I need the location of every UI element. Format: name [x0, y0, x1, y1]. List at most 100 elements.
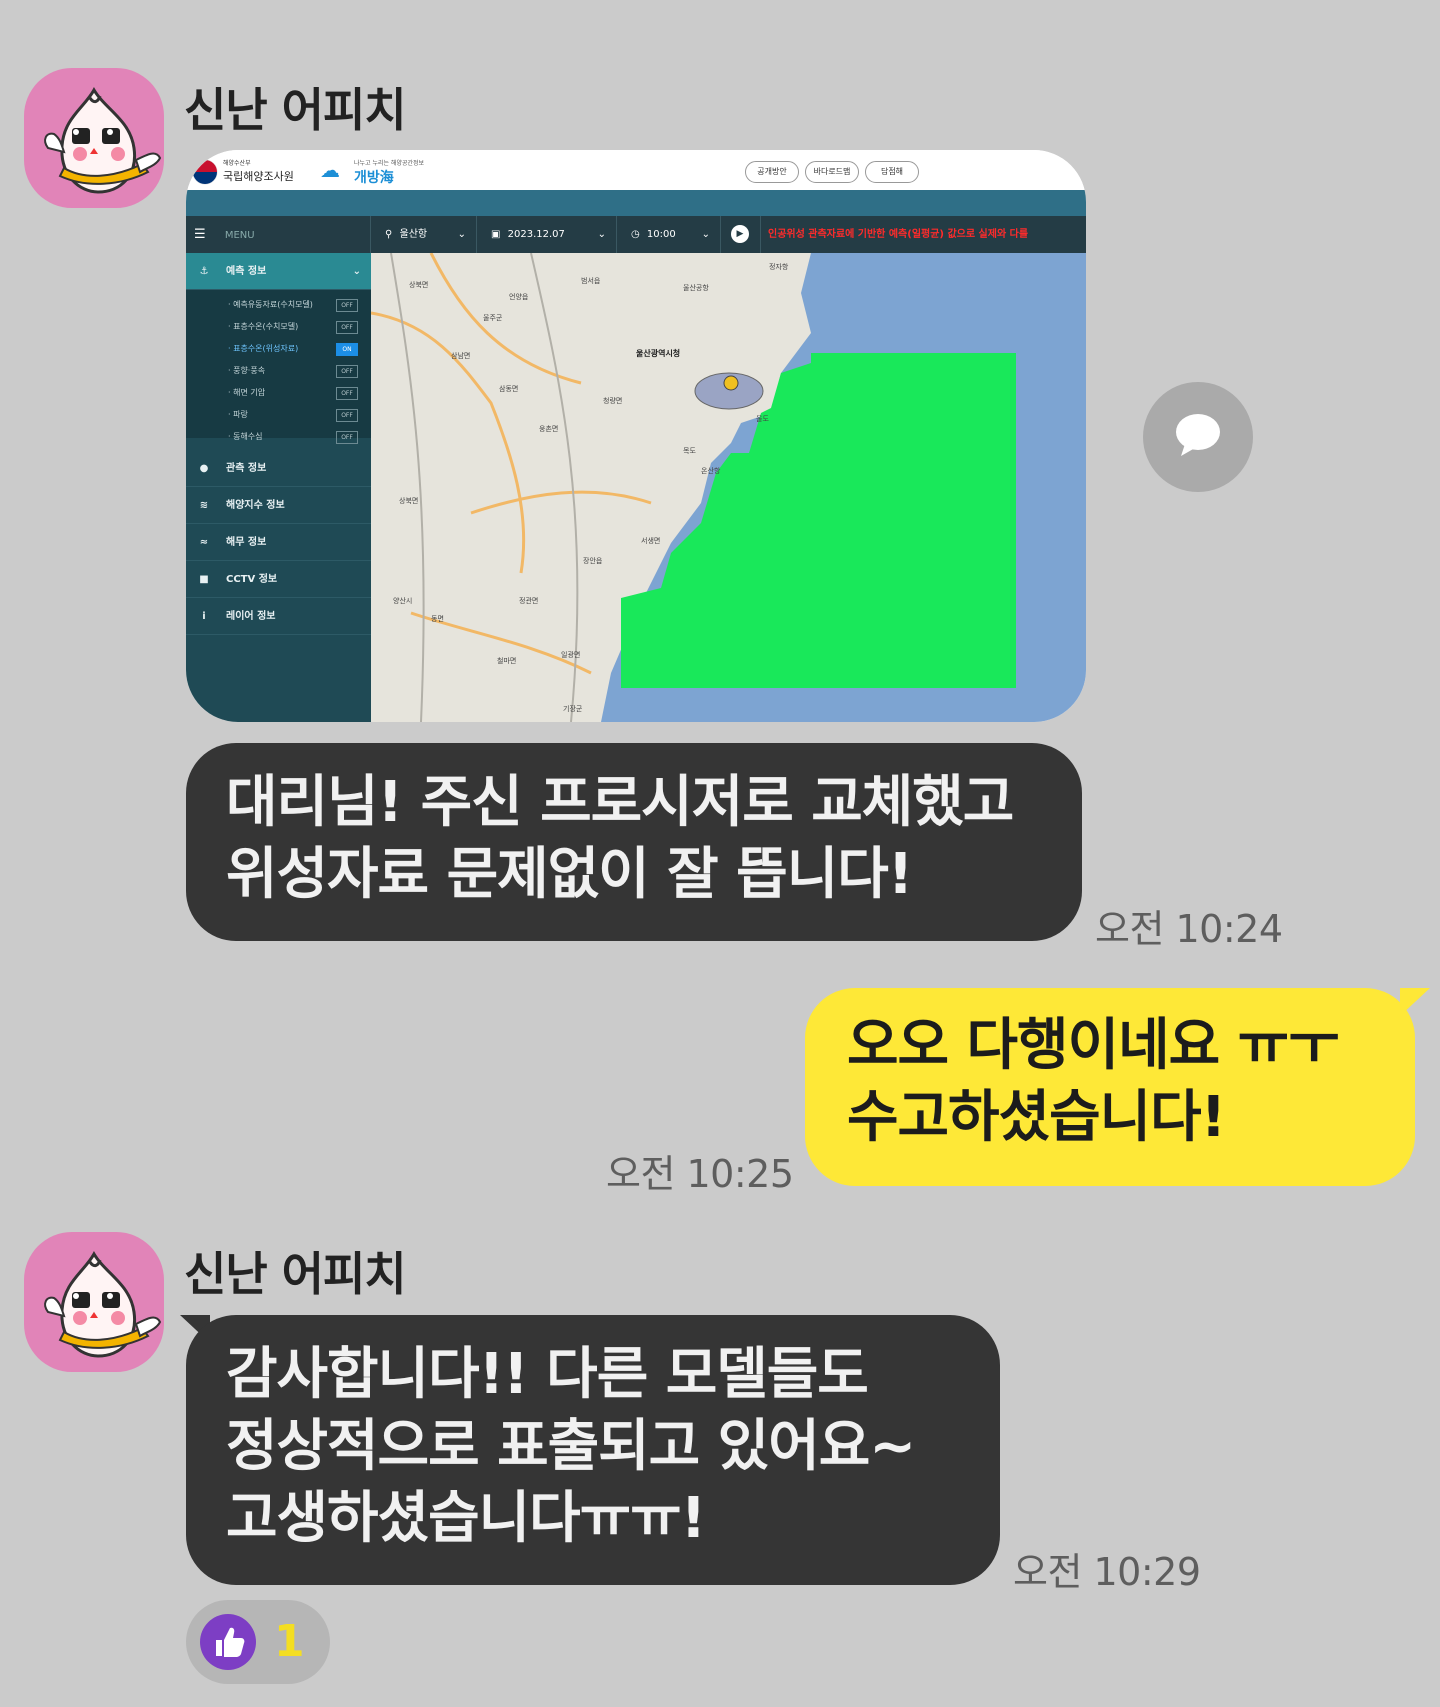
map-label: 정관면	[519, 596, 538, 605]
sender-avatar[interactable]	[24, 68, 164, 208]
location-value: 울산항	[399, 229, 428, 240]
map-label: 삼동면	[499, 384, 518, 393]
map-label: 정자항	[769, 262, 789, 271]
message-text: 위성자료 문제없이 잘 뜹니다!	[226, 842, 913, 907]
map-toolbar: ☰ MENU ⚲ 울산항 ⌄ ▣ 2023.12.07 ⌄ ◷ 10:00 ⌄ …	[186, 216, 1086, 253]
speech-bubble-icon	[1176, 414, 1220, 456]
submenu-item[interactable]: · 풍향·풍속 OFF	[228, 360, 358, 382]
forecast-submenu: · 예측유동자료(수치모델) OFF · 표층수온(수치모델) OFF · 표층수온…	[186, 290, 371, 444]
map-label: 온산항	[701, 466, 721, 475]
menu-toggle[interactable]: ☰ MENU	[186, 216, 371, 253]
map-sidebar: ⚓ 예측 정보 ⌄ · 예측유동자료(수치모델) OFF · 표층수온(수치모델)…	[186, 253, 371, 722]
pin-icon: ●	[199, 463, 209, 474]
section-label: 예측 정보	[226, 266, 267, 277]
message-text: 대리님! 주신 프로시저로 교체했고	[226, 770, 1014, 835]
toggle-switch[interactable]: OFF	[336, 299, 358, 312]
map-label: 철마면	[497, 656, 516, 665]
date-select[interactable]: ▣ 2023.12.07 ⌄	[477, 216, 617, 253]
menu-label: MENU	[224, 230, 255, 241]
wave-icon: ≋	[199, 500, 209, 511]
calendar-icon: ▣	[491, 229, 501, 240]
sender-avatar[interactable]	[24, 1232, 164, 1372]
section-forecast[interactable]: ⚓ 예측 정보 ⌄	[186, 253, 371, 290]
map-view[interactable]: 울산광역시청 울산공항 정자항 울주군 온산항 양산시 기장군 서생면 상북면 …	[370, 252, 1086, 722]
map-label: 울산공항	[683, 283, 709, 292]
map-label: 장안읍	[583, 556, 603, 565]
message-text: 감사합니다!! 다른 모델들도	[226, 1342, 869, 1407]
toggle-switch[interactable]: OFF	[336, 431, 358, 444]
toggle-switch[interactable]: OFF	[336, 365, 358, 378]
brand-logo-icon: ☁	[320, 158, 340, 182]
header-button[interactable]: 담점해	[865, 161, 919, 183]
section-label: CCTV 정보	[226, 574, 278, 585]
submenu-item[interactable]: · 동해수심 OFF	[228, 426, 358, 448]
message-timestamp: 오전 10:29	[1013, 1550, 1201, 1594]
slogan-label: 나누고 누리는 해양공간정보	[354, 160, 425, 167]
map-label: 삼남면	[451, 351, 470, 360]
brand-label: 개방海	[354, 170, 394, 186]
section-observation[interactable]: ● 관측 정보	[186, 450, 371, 487]
fog-icon: ≈	[199, 537, 209, 548]
reaction-count: 1	[274, 1616, 305, 1667]
sender-name: 신난 어피치	[184, 83, 407, 137]
incoming-message-bubble[interactable]: 대리님! 주신 프로시저로 교체했고 위성자료 문제없이 잘 뜹니다!	[186, 743, 1082, 941]
section-cctv[interactable]: ■ CCTV 정보	[186, 561, 371, 598]
map-label-city: 울산광역시청	[636, 348, 680, 358]
reaction-badge[interactable]: 1	[186, 1600, 330, 1684]
shared-screenshot-image[interactable]: 해양수산부 국립해양조사원 ☁ 나누고 누리는 해양공간정보 개방海 공개방안 …	[186, 150, 1086, 722]
outgoing-message-bubble[interactable]: 오오 다행이네요 ㅠㅜ 수고하셨습니다!	[805, 988, 1415, 1186]
notice-text: 인공위성 관측자료에 기반한 예측(일평균) 값으로 실제와 다를	[768, 229, 1029, 240]
chevron-down-icon: ⌄	[352, 266, 361, 277]
ministry-label: 해양수산부	[223, 160, 251, 167]
apeach-avatar-icon	[44, 87, 162, 194]
section-sea-fog[interactable]: ≈ 해무 정보	[186, 524, 371, 561]
sender-name: 신난 어피치	[184, 1247, 407, 1301]
message-text: 고생하셨습니다ㅠㅠ!	[226, 1486, 706, 1551]
pin-icon: ⚲	[385, 229, 393, 240]
location-select[interactable]: ⚲ 울산항 ⌄	[371, 216, 477, 253]
map-label: 웅촌면	[539, 424, 558, 433]
section-ocean-index[interactable]: ≋ 해양지수 정보	[186, 487, 371, 524]
institute-label: 국립해양조사원	[223, 170, 294, 183]
message-text: 수고하셨습니다!	[847, 1085, 1226, 1150]
header-button[interactable]: 공개방안	[745, 161, 799, 183]
chevron-down-icon: ⌄	[701, 229, 710, 240]
submenu-item[interactable]: · 예측유동자료(수치모델) OFF	[228, 294, 358, 316]
incoming-message-bubble[interactable]: 감사합니다!! 다른 모델들도 정상적으로 표출되고 있어요~ 고생하셨습니다ㅠ…	[186, 1315, 1000, 1585]
section-label: 레이어 정보	[226, 611, 276, 622]
submenu-item[interactable]: · 표층수온(수치모델) OFF	[228, 316, 358, 338]
section-label: 해양지수 정보	[226, 500, 285, 511]
chat-bubble-icon-button[interactable]	[1143, 382, 1253, 492]
info-icon: i	[202, 611, 206, 622]
play-button[interactable]: ▶	[721, 216, 761, 253]
time-select[interactable]: ◷ 10:00 ⌄	[617, 216, 721, 253]
bubble-tail	[1400, 988, 1430, 1016]
submenu-item[interactable]: · 표층수온(위성자료) ON	[228, 338, 358, 360]
message-text: 오오 다행이네요 ㅠㅜ	[847, 1013, 1340, 1078]
map-label: 울주군	[483, 314, 503, 322]
map-label: 양산시	[393, 596, 412, 605]
header-button[interactable]: 바다로드맵	[805, 161, 859, 183]
submenu-item[interactable]: · 파랑 OFF	[228, 404, 358, 426]
header-band	[186, 190, 1086, 216]
map-label: 청량면	[603, 396, 622, 405]
chevron-down-icon: ⌄	[457, 229, 466, 240]
camera-icon: ■	[199, 574, 209, 585]
section-layer[interactable]: i 레이어 정보	[186, 598, 371, 635]
toggle-switch[interactable]: OFF	[336, 321, 358, 334]
map-label: 동면	[431, 614, 444, 623]
map-label: 언양읍	[509, 292, 529, 301]
map-canvas: 울산광역시청 울산공항 정자항 울주군 온산항 양산시 기장군 서생면 상북면 …	[370, 252, 1086, 722]
map-label: 상북면	[409, 280, 428, 289]
play-icon: ▶	[731, 225, 749, 243]
section-label: 관측 정보	[226, 463, 267, 474]
submenu-item[interactable]: · 해면 기압 OFF	[228, 382, 358, 404]
thumbs-up-icon	[200, 1614, 256, 1670]
toggle-switch[interactable]: OFF	[336, 409, 358, 422]
toggle-switch[interactable]: OFF	[336, 387, 358, 400]
toggle-switch[interactable]: ON	[336, 343, 358, 356]
map-label: 범서읍	[581, 276, 601, 285]
message-timestamp: 오전 10:24	[1095, 907, 1283, 951]
screenshot-header: 해양수산부 국립해양조사원 ☁ 나누고 누리는 해양공간정보 개방海 공개방안 …	[186, 150, 1086, 190]
map-label: 울도	[756, 415, 769, 423]
